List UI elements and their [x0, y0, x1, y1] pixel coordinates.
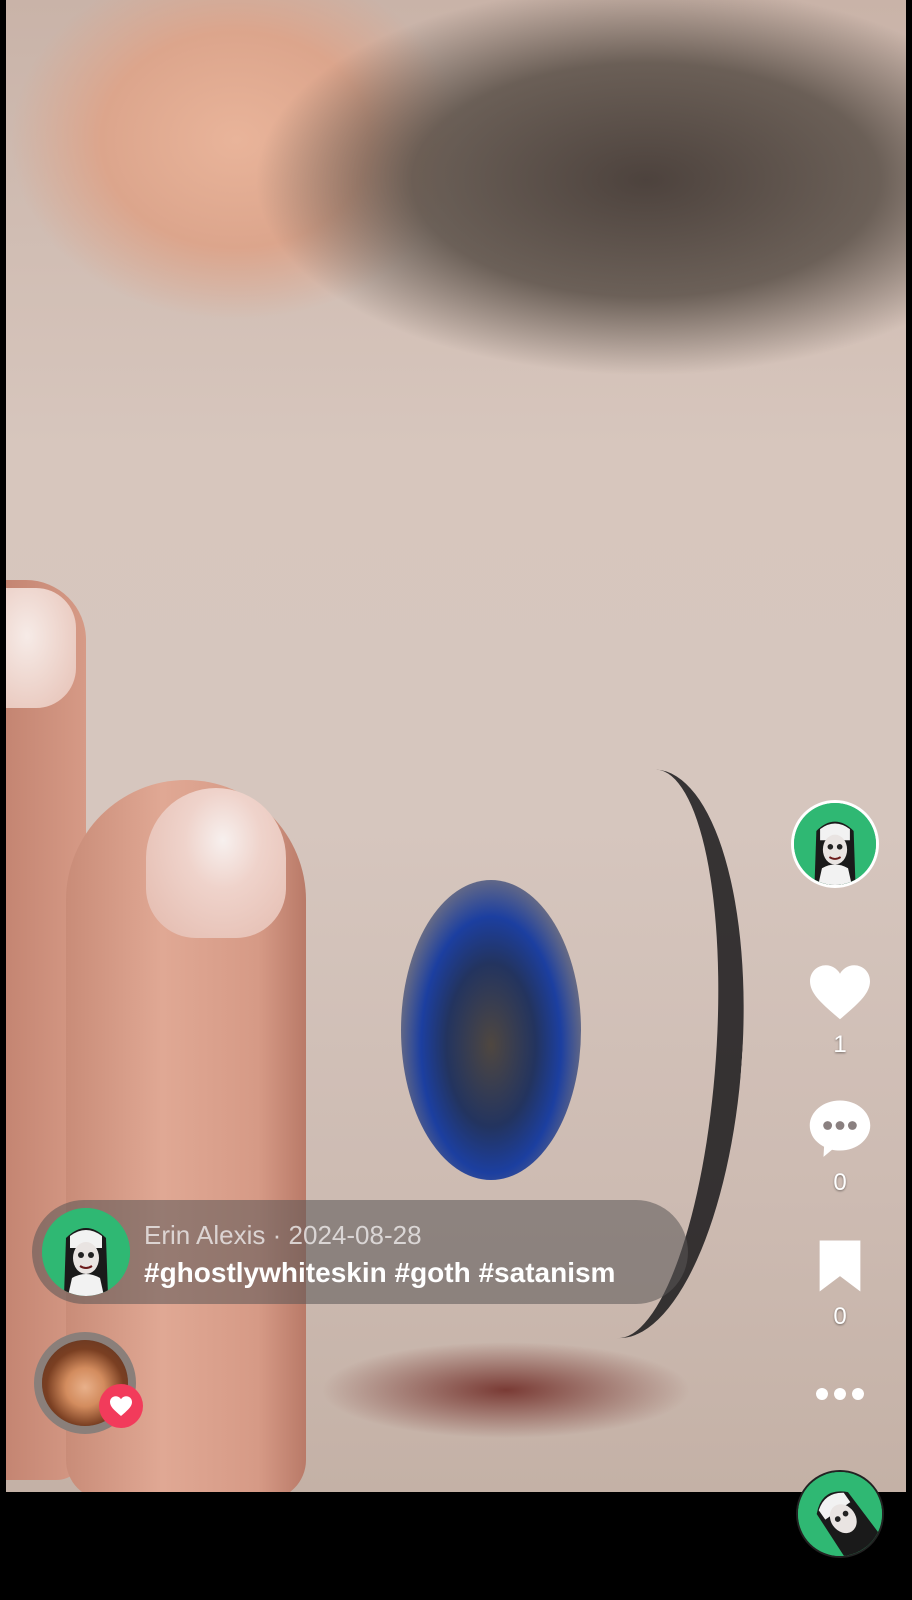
meta-separator: · [272, 1220, 282, 1250]
bookmark-icon [819, 1240, 861, 1292]
caption-avatar[interactable] [42, 1208, 130, 1296]
nun-portrait [42, 1208, 130, 1296]
more-dots-icon [816, 1388, 864, 1400]
post-date: 2024-08-28 [288, 1220, 422, 1250]
post-caption[interactable]: Erin Alexis · 2024-08-28 #ghostlywhitesk… [32, 1200, 688, 1304]
more-options-button[interactable] [800, 1384, 880, 1409]
heart-badge-icon [110, 1396, 132, 1416]
nun-portrait [794, 803, 876, 885]
comment-button[interactable]: 0 [800, 1096, 880, 1197]
fingernail [6, 588, 76, 708]
save-button[interactable]: 0 [800, 1238, 880, 1331]
comment-bubble-icon [809, 1100, 871, 1157]
save-count: 0 [833, 1303, 847, 1330]
next-video-avatar[interactable] [796, 1470, 884, 1558]
like-button[interactable]: 1 [800, 962, 880, 1059]
caption-hashtags[interactable]: #ghostlywhiteskin #goth #satanism [144, 1257, 615, 1289]
nun-portrait [798, 1472, 882, 1556]
heart-icon [810, 965, 870, 1020]
comment-count: 0 [833, 1169, 847, 1196]
author-name[interactable]: Erin Alexis [144, 1220, 265, 1250]
eye [401, 880, 581, 1180]
post-meta: Erin Alexis · 2024-08-28 [144, 1220, 422, 1251]
fingernail [146, 788, 286, 938]
like-count: 1 [833, 1031, 847, 1058]
author-avatar[interactable] [791, 800, 879, 888]
liked-badge [99, 1384, 143, 1428]
